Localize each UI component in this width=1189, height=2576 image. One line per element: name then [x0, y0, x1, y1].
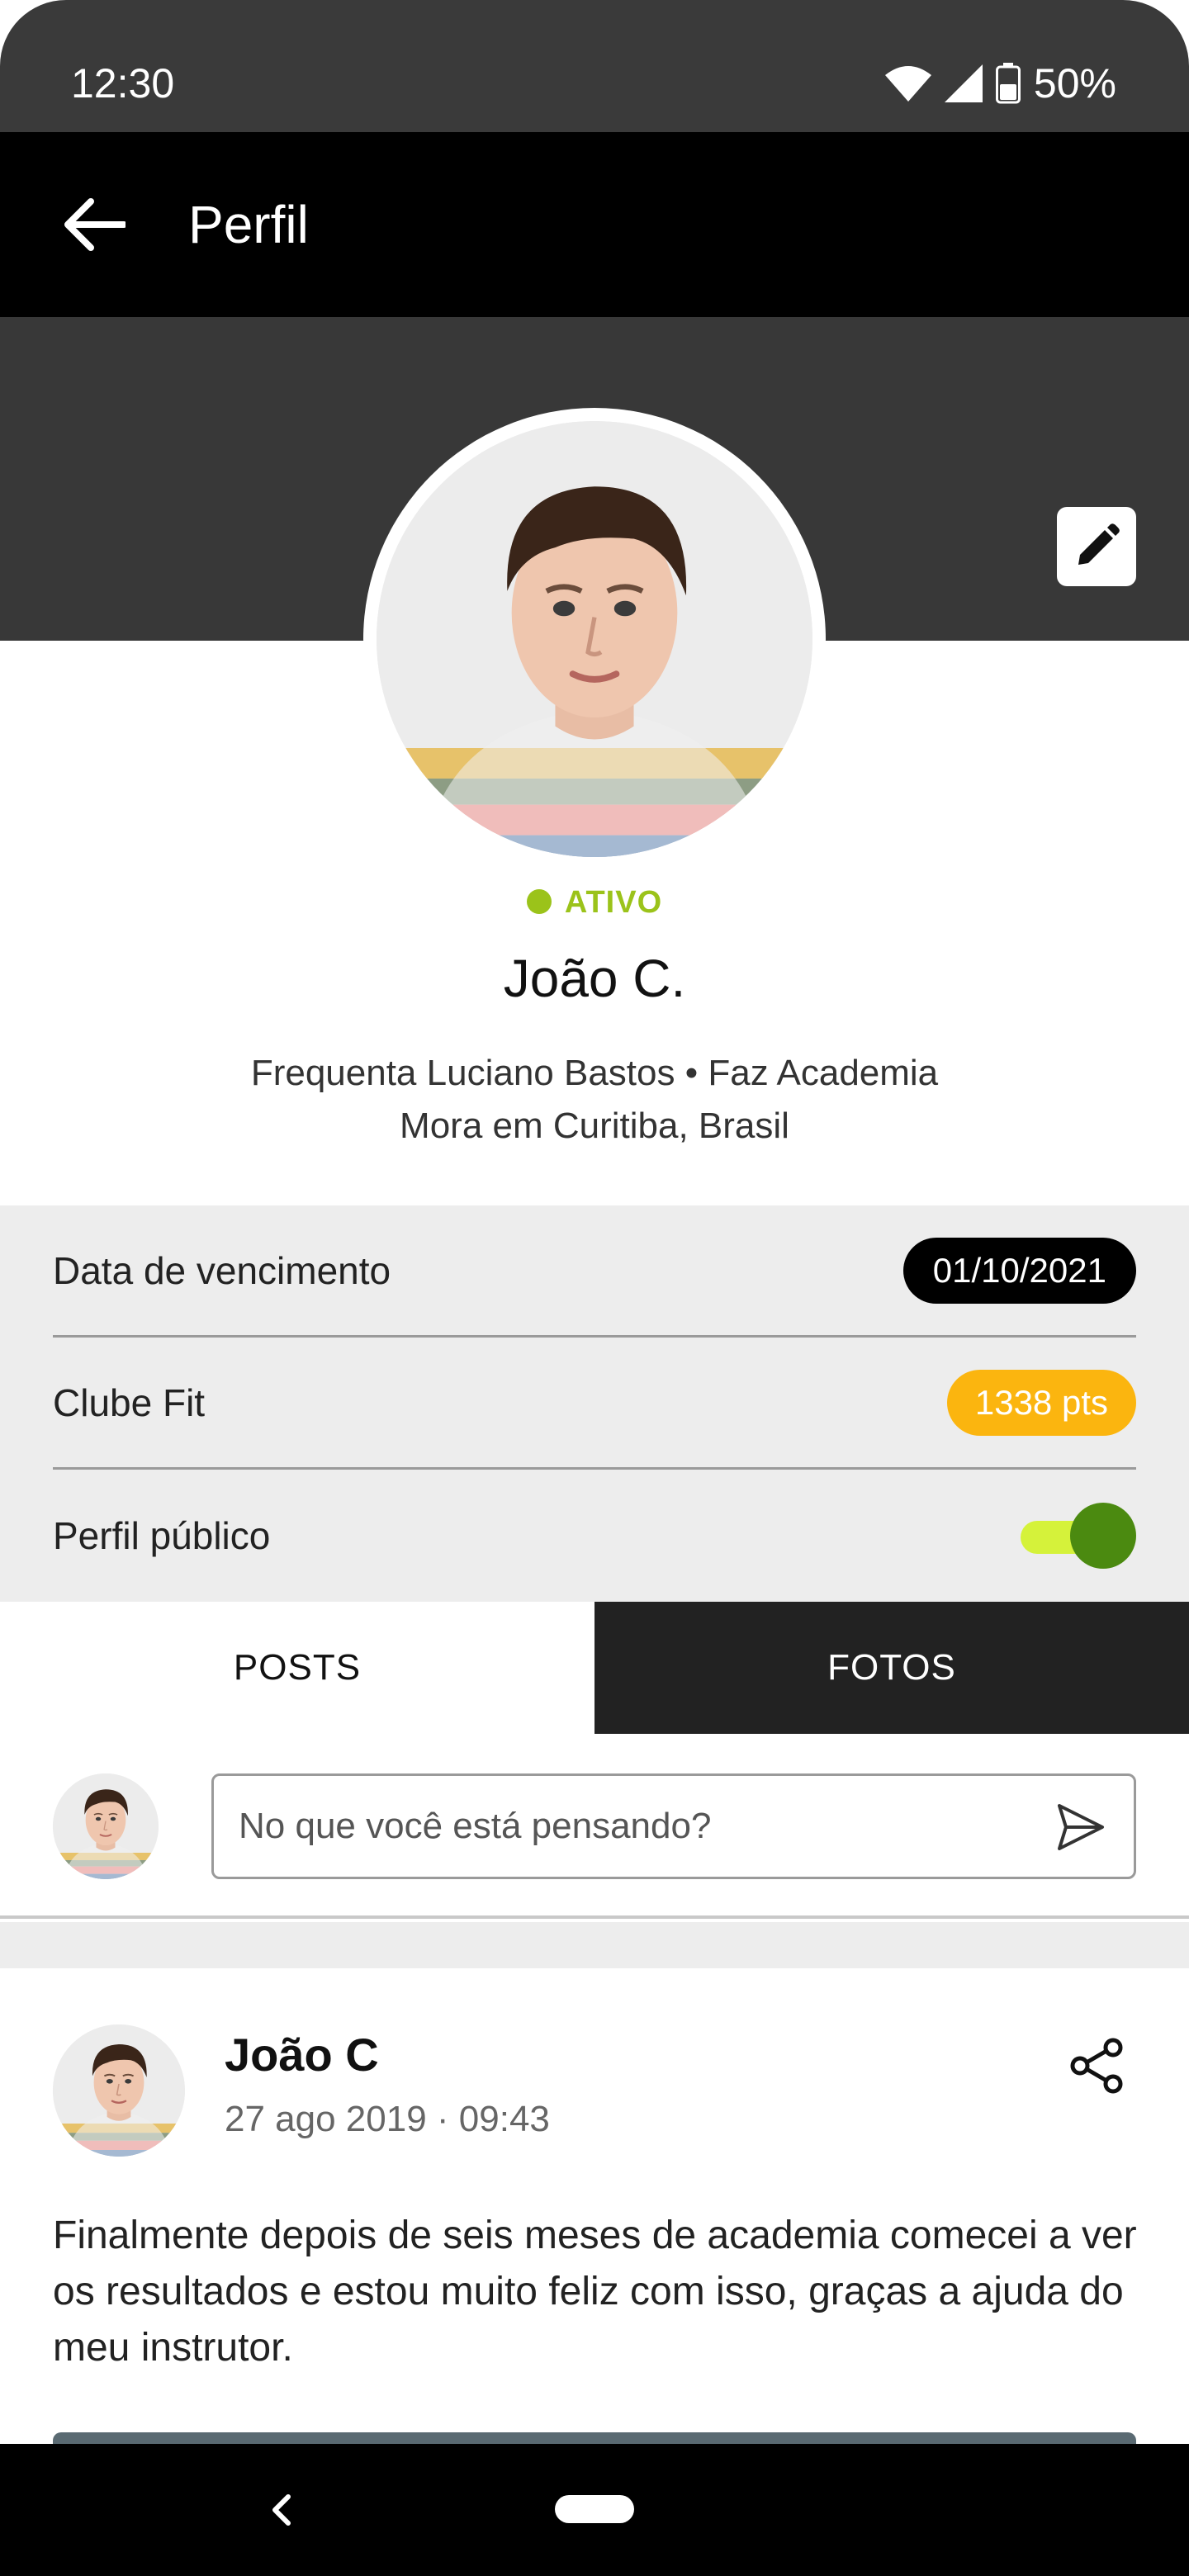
profile-gym-line: Frequenta Luciano Bastos • Faz Academia — [250, 1053, 939, 1093]
profile-avatar — [363, 408, 826, 870]
battery-percent: 50% — [1033, 60, 1116, 107]
signal-icon — [944, 64, 983, 102]
points-badge: 1338 pts — [946, 1369, 1136, 1436]
toggle-knob — [1070, 1503, 1136, 1569]
post-timestamp: 27 ago 2019 · 09:43 — [225, 2099, 550, 2139]
nav-back-button[interactable] — [248, 2477, 314, 2543]
wifi-icon — [884, 65, 931, 102]
battery-icon — [995, 63, 1021, 104]
back-arrow-icon — [64, 198, 126, 251]
back-button[interactable] — [48, 178, 140, 271]
public-profile-toggle[interactable] — [1021, 1503, 1136, 1569]
avatar[interactable] — [53, 2024, 185, 2157]
profile-name: João C. — [503, 949, 686, 1008]
avatar — [53, 1773, 159, 1879]
share-icon — [1070, 2038, 1123, 2094]
profile-details: Data de vencimento 01/10/2021 Clube Fit … — [0, 1205, 1189, 1602]
profile-info: Frequenta Luciano Bastos • Faz Academia … — [0, 1047, 1189, 1153]
due-date-row: Data de vencimento 01/10/2021 — [53, 1205, 1136, 1338]
send-icon — [1058, 1804, 1104, 1850]
public-profile-row: Perfil público — [53, 1470, 1136, 1602]
status-badge: ATIVO — [0, 885, 1189, 921]
page-title: Perfil — [188, 195, 309, 254]
pencil-icon — [1078, 523, 1120, 565]
profile-location-line: Mora em Curitiba, Brasil — [400, 1106, 789, 1146]
public-profile-label: Perfil público — [53, 1514, 271, 1557]
club-row[interactable]: Clube Fit 1338 pts — [53, 1338, 1136, 1470]
post-card: João C 27 ago 2019 · 09:43 Finalmente de… — [0, 1968, 1189, 2444]
chevron-left-icon — [272, 2494, 291, 2526]
post-body: Finalmente depois de seis meses de acade… — [53, 2214, 1137, 2370]
tab-posts[interactable]: POSTS — [0, 1602, 594, 1734]
profile-tabs: POSTS FOTOS — [0, 1602, 1189, 1734]
nav-home-button[interactable] — [555, 2495, 634, 2523]
status-time: 12:30 — [71, 60, 175, 107]
post-input[interactable]: No que você está pensando? — [211, 1773, 1136, 1879]
status-label: ATIVO — [564, 885, 663, 920]
due-date-label: Data de vencimento — [53, 1248, 391, 1292]
profile-photo — [377, 421, 812, 857]
status-bar: 12:30 50% — [0, 0, 1189, 132]
share-button[interactable] — [1063, 2033, 1130, 2099]
post-author[interactable]: João C — [225, 2028, 379, 2081]
tab-photos[interactable]: FOTOS — [594, 1602, 1189, 1734]
post-input-placeholder: No que você está pensando? — [239, 1806, 712, 1846]
status-icons: 50% — [884, 59, 1116, 107]
post-image[interactable] — [53, 2432, 1136, 2444]
send-button[interactable] — [1048, 1794, 1114, 1860]
club-label: Clube Fit — [53, 1380, 206, 1424]
system-nav-bar — [0, 2444, 1189, 2576]
post-composer: No que você está pensando? — [0, 1734, 1189, 1919]
status-dot — [526, 888, 552, 914]
app-bar: Perfil — [0, 132, 1189, 317]
due-date-badge: 01/10/2021 — [902, 1237, 1136, 1304]
edit-profile-button[interactable] — [1057, 507, 1136, 586]
feed-separator — [0, 1922, 1189, 1968]
